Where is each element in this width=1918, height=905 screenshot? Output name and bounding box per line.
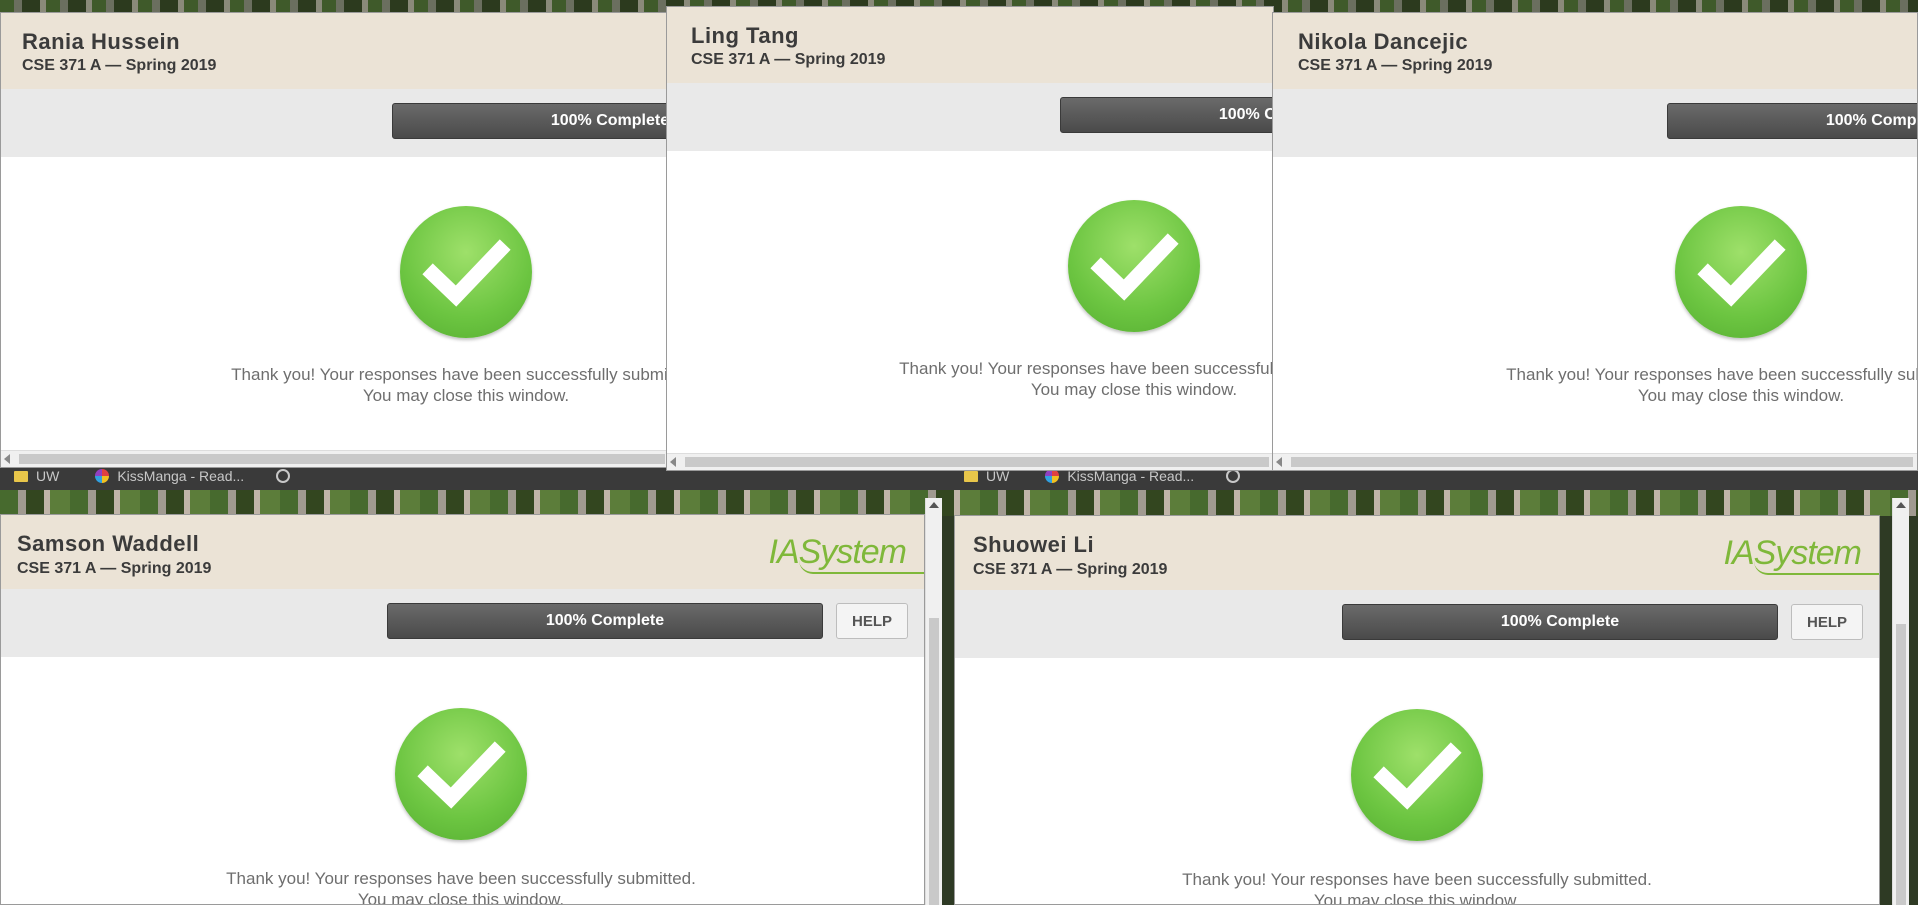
bookmark-label: UW [36,468,60,484]
course-title: CSE 371 A — Spring 2019 [1298,57,1493,74]
window-header: Ling Tang CSE 371 A — Spring 2019 [667,7,1273,84]
kissmanga-favicon-icon [1045,469,1060,483]
bookmark-uw[interactable]: UW [14,468,59,484]
iasystem-logo: IASystem [769,533,924,574]
confirmation-message: Thank you! Your responses have been succ… [161,868,761,905]
student-name: Samson Waddell [17,531,200,556]
globe-icon[interactable] [1226,469,1241,483]
student-name: Shuowei Li [973,532,1095,557]
scrollbar-thumb[interactable] [929,618,939,905]
bookmark-kissmanga[interactable]: KissManga - Read... [95,468,244,484]
horizontal-scrollbar[interactable] [667,453,1273,470]
message-line-1: Thank you! Your responses have been succ… [1506,365,1917,384]
confirmation-message: Thank you! Your responses have been succ… [834,358,1273,400]
help-button[interactable]: HELP [1791,604,1863,640]
confirmation-message: Thank you! Your responses have been succ… [166,364,670,406]
scroll-up-arrow-icon[interactable] [1896,502,1906,508]
course-title: CSE 371 A — Spring 2019 [22,57,217,74]
scroll-left-arrow-icon[interactable] [1276,457,1282,467]
scroll-left-arrow-icon[interactable] [670,457,676,467]
check-circle-icon [1351,709,1483,841]
progress-area: 100% Complete HELP [1,589,924,657]
evaluation-window-ling-tang: Ling Tang CSE 371 A — Spring 2019 100% C… [666,6,1274,471]
folder-icon [14,470,28,482]
vertical-scrollbar[interactable] [1892,498,1909,905]
horizontal-scrollbar[interactable] [1273,453,1917,470]
message-line-1: Thank you! Your responses have been succ… [231,365,670,384]
course-title: CSE 371 A — Spring 2019 [691,51,886,68]
window-header: Nikola Dancejic CSE 371 A — Spring 2019 [1273,13,1917,90]
scrollbar-thumb[interactable] [1291,457,1913,467]
confirmation-message: Thank you! Your responses have been succ… [1441,364,1917,406]
horizontal-scrollbar[interactable] [1,450,669,467]
evaluation-window-shuowei-li: Shuowei Li CSE 371 A — Spring 2019 IASys… [954,515,1880,905]
window-header: Shuowei Li CSE 371 A — Spring 2019 IASys… [955,516,1879,591]
vertical-scrollbar[interactable] [925,498,942,905]
message-line-2: You may close this window. [1030,380,1238,399]
message-line-2: You may close this window. [1637,386,1845,405]
desktop-background-middle [0,490,1918,516]
scrollbar-thumb[interactable] [19,454,665,464]
progress-bar: 100% Complete [1667,103,1917,139]
check-circle-icon [1675,206,1807,338]
bookmark-label: KissManga - Read... [117,468,245,484]
message-line-2: You may close this window. [362,386,570,405]
progress-bar: 100% Complete [392,103,669,139]
progress-bar: 100% Complete [1060,97,1273,133]
progress-area: 100% Complete [667,83,1273,151]
message-line-2: You may close this window. [1313,891,1521,905]
progress-area: 100% Complete HELP [955,590,1879,658]
student-name: Rania Hussein [22,29,181,54]
message-line-1: Thank you! Your responses have been succ… [1182,870,1652,889]
scrollbar-thumb[interactable] [1896,624,1906,905]
help-button[interactable]: HELP [836,603,908,639]
scroll-up-arrow-icon[interactable] [929,502,939,508]
progress-area: 100% Complete [1,89,669,157]
course-title: CSE 371 A — Spring 2019 [17,560,212,577]
check-circle-icon [395,708,527,840]
kissmanga-favicon-icon [95,469,110,483]
window-header: Samson Waddell CSE 371 A — Spring 2019 I… [1,515,924,590]
iasystem-logo: IASystem [1724,534,1879,575]
check-circle-icon [1068,200,1200,332]
scrollbar-thumb[interactable] [685,457,1269,467]
course-title: CSE 371 A — Spring 2019 [973,561,1168,578]
window-header: Rania Hussein CSE 371 A — Spring 2019 [1,13,669,90]
progress-area: 100% Complete [1273,89,1917,157]
evaluation-window-nikola-dancejic: Nikola Dancejic CSE 371 A — Spring 2019 … [1272,12,1918,471]
confirmation-message: Thank you! Your responses have been succ… [1117,869,1717,905]
message-line-1: Thank you! Your responses have been succ… [899,359,1273,378]
student-name: Nikola Dancejic [1298,29,1469,54]
message-line-2: You may close this window. [357,890,565,905]
evaluation-window-rania-hussein: Rania Hussein CSE 371 A — Spring 2019 10… [0,12,670,468]
globe-icon[interactable] [276,469,291,483]
check-circle-icon [400,206,532,338]
progress-bar: 100% Complete [387,603,823,639]
progress-bar: 100% Complete [1342,604,1778,640]
folder-icon [964,470,978,482]
message-line-1: Thank you! Your responses have been succ… [226,869,696,888]
evaluation-window-samson-waddell: Samson Waddell CSE 371 A — Spring 2019 I… [0,514,925,905]
scroll-left-arrow-icon[interactable] [4,454,10,464]
student-name: Ling Tang [691,23,799,48]
